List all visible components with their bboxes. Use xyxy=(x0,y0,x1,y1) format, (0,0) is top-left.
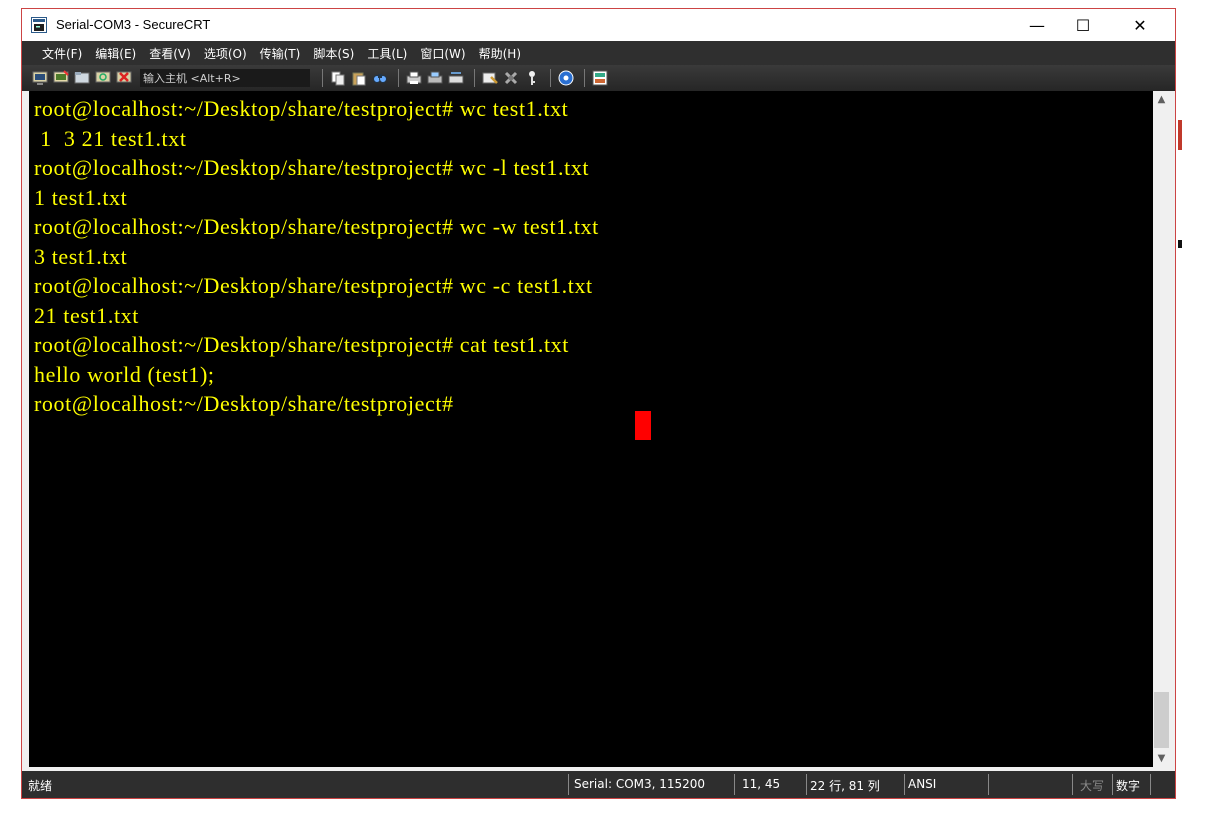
scroll-up-arrow-icon[interactable]: ▲ xyxy=(1153,91,1170,108)
scroll-down-arrow-icon[interactable]: ▼ xyxy=(1153,750,1170,767)
print-selection-icon[interactable] xyxy=(426,69,444,87)
minimize-button[interactable]: — xyxy=(1014,9,1060,41)
toolbar xyxy=(22,65,1175,91)
status-separator xyxy=(568,774,569,795)
status-ready: 就绪 xyxy=(28,779,53,793)
connect-tab-icon[interactable] xyxy=(73,69,91,87)
background-window-left xyxy=(0,0,18,817)
close-button[interactable]: ✕ xyxy=(1117,9,1163,41)
toolbar-separator xyxy=(550,69,551,87)
maximize-button[interactable]: ☐ xyxy=(1060,9,1106,41)
menu-help[interactable]: 帮助(H) xyxy=(479,45,521,62)
terminal-line: 1 3 21 test1.txt xyxy=(34,126,187,151)
reconnect-icon[interactable] xyxy=(94,69,112,87)
connect-icon[interactable] xyxy=(31,69,49,87)
status-terminal-size: 22 行, 81 列 xyxy=(810,779,880,793)
background-accent-mark xyxy=(1178,240,1182,248)
terminal-line: root@localhost:~/Desktop/share/testproje… xyxy=(34,214,599,239)
toolbar-separator xyxy=(474,69,475,87)
menu-edit[interactable]: 编辑(E) xyxy=(95,45,136,62)
status-separator xyxy=(1112,774,1113,795)
host-input[interactable] xyxy=(140,69,310,87)
toolbar-separator xyxy=(322,69,323,87)
status-connection: Serial: COM3, 115200 xyxy=(574,777,706,791)
status-separator xyxy=(904,774,905,795)
menu-transfer[interactable]: 传输(T) xyxy=(260,45,301,62)
status-caps-lock: 大写 xyxy=(1080,779,1105,793)
menu-file[interactable]: 文件(F) xyxy=(42,45,82,62)
status-separator xyxy=(988,774,989,795)
menu-script[interactable]: 脚本(S) xyxy=(313,45,354,62)
status-cursor-position: 11, 45 xyxy=(742,777,781,791)
menu-options[interactable]: 选项(O) xyxy=(204,45,247,62)
terminal-line: root@localhost:~/Desktop/share/testproje… xyxy=(34,155,590,180)
terminal-line: root@localhost:~/Desktop/share/testproje… xyxy=(34,332,569,357)
paste-icon[interactable] xyxy=(350,69,368,87)
about-icon[interactable] xyxy=(591,69,609,87)
terminal-line: 1 test1.txt xyxy=(34,185,128,210)
help-icon[interactable] xyxy=(557,69,575,87)
terminal-line: 21 test1.txt xyxy=(34,303,139,328)
disconnect-icon[interactable] xyxy=(115,69,133,87)
terminal-line: 3 test1.txt xyxy=(34,244,128,269)
menu-tools[interactable]: 工具(L) xyxy=(367,45,407,62)
vertical-scrollbar[interactable]: ▲ ▼ xyxy=(1153,91,1170,767)
background-window-bottom xyxy=(0,800,1217,817)
terminal-prompt-line: root@localhost:~/Desktop/share/testproje… xyxy=(34,391,460,416)
status-separator xyxy=(1150,774,1151,795)
global-options-icon[interactable] xyxy=(502,69,520,87)
scroll-thumb[interactable] xyxy=(1154,692,1169,748)
terminal-cursor xyxy=(635,411,651,440)
status-bar: 就绪 Serial: COM3, 115200 11, 45 22 行, 81 … xyxy=(22,771,1175,798)
terminal-line: hello world (test1); xyxy=(34,362,215,387)
session-options-icon[interactable] xyxy=(481,69,499,87)
title-bar[interactable]: Serial-COM3 - SecureCRT — ☐ ✕ xyxy=(22,9,1175,41)
background-window-right xyxy=(1178,0,1217,817)
background-accent-mark xyxy=(1178,120,1182,150)
quick-connect-icon[interactable] xyxy=(52,69,70,87)
securecrt-app-icon xyxy=(31,17,47,33)
find-icon[interactable] xyxy=(371,69,389,87)
status-separator xyxy=(1072,774,1073,795)
close-icon: ✕ xyxy=(1133,15,1147,35)
terminal-screen[interactable]: root@localhost:~/Desktop/share/testproje… xyxy=(29,91,1153,767)
window-title: Serial-COM3 - SecureCRT xyxy=(56,17,211,32)
status-emulation: ANSI xyxy=(908,777,937,791)
toolbar-separator xyxy=(398,69,399,87)
securecrt-window: Serial-COM3 - SecureCRT — ☐ ✕ 文件(F) 编辑(E… xyxy=(21,8,1176,799)
terminal-line: root@localhost:~/Desktop/share/testproje… xyxy=(34,273,593,298)
menu-view[interactable]: 查看(V) xyxy=(149,45,191,62)
copy-icon[interactable] xyxy=(329,69,347,87)
status-num-lock: 数字 xyxy=(1116,779,1141,793)
toolbar-separator xyxy=(584,69,585,87)
print-icon[interactable] xyxy=(405,69,423,87)
status-separator xyxy=(734,774,735,795)
maximize-icon: ☐ xyxy=(1075,15,1091,35)
print-setup-icon[interactable] xyxy=(447,69,465,87)
status-separator xyxy=(806,774,807,795)
keymap-icon[interactable] xyxy=(523,69,541,87)
menu-window[interactable]: 窗口(W) xyxy=(420,45,465,62)
menu-bar: 文件(F) 编辑(E) 查看(V) 选项(O) 传输(T) 脚本(S) 工具(L… xyxy=(22,41,1175,65)
terminal-line: root@localhost:~/Desktop/share/testproje… xyxy=(34,96,569,121)
minimize-icon: — xyxy=(1029,15,1045,35)
